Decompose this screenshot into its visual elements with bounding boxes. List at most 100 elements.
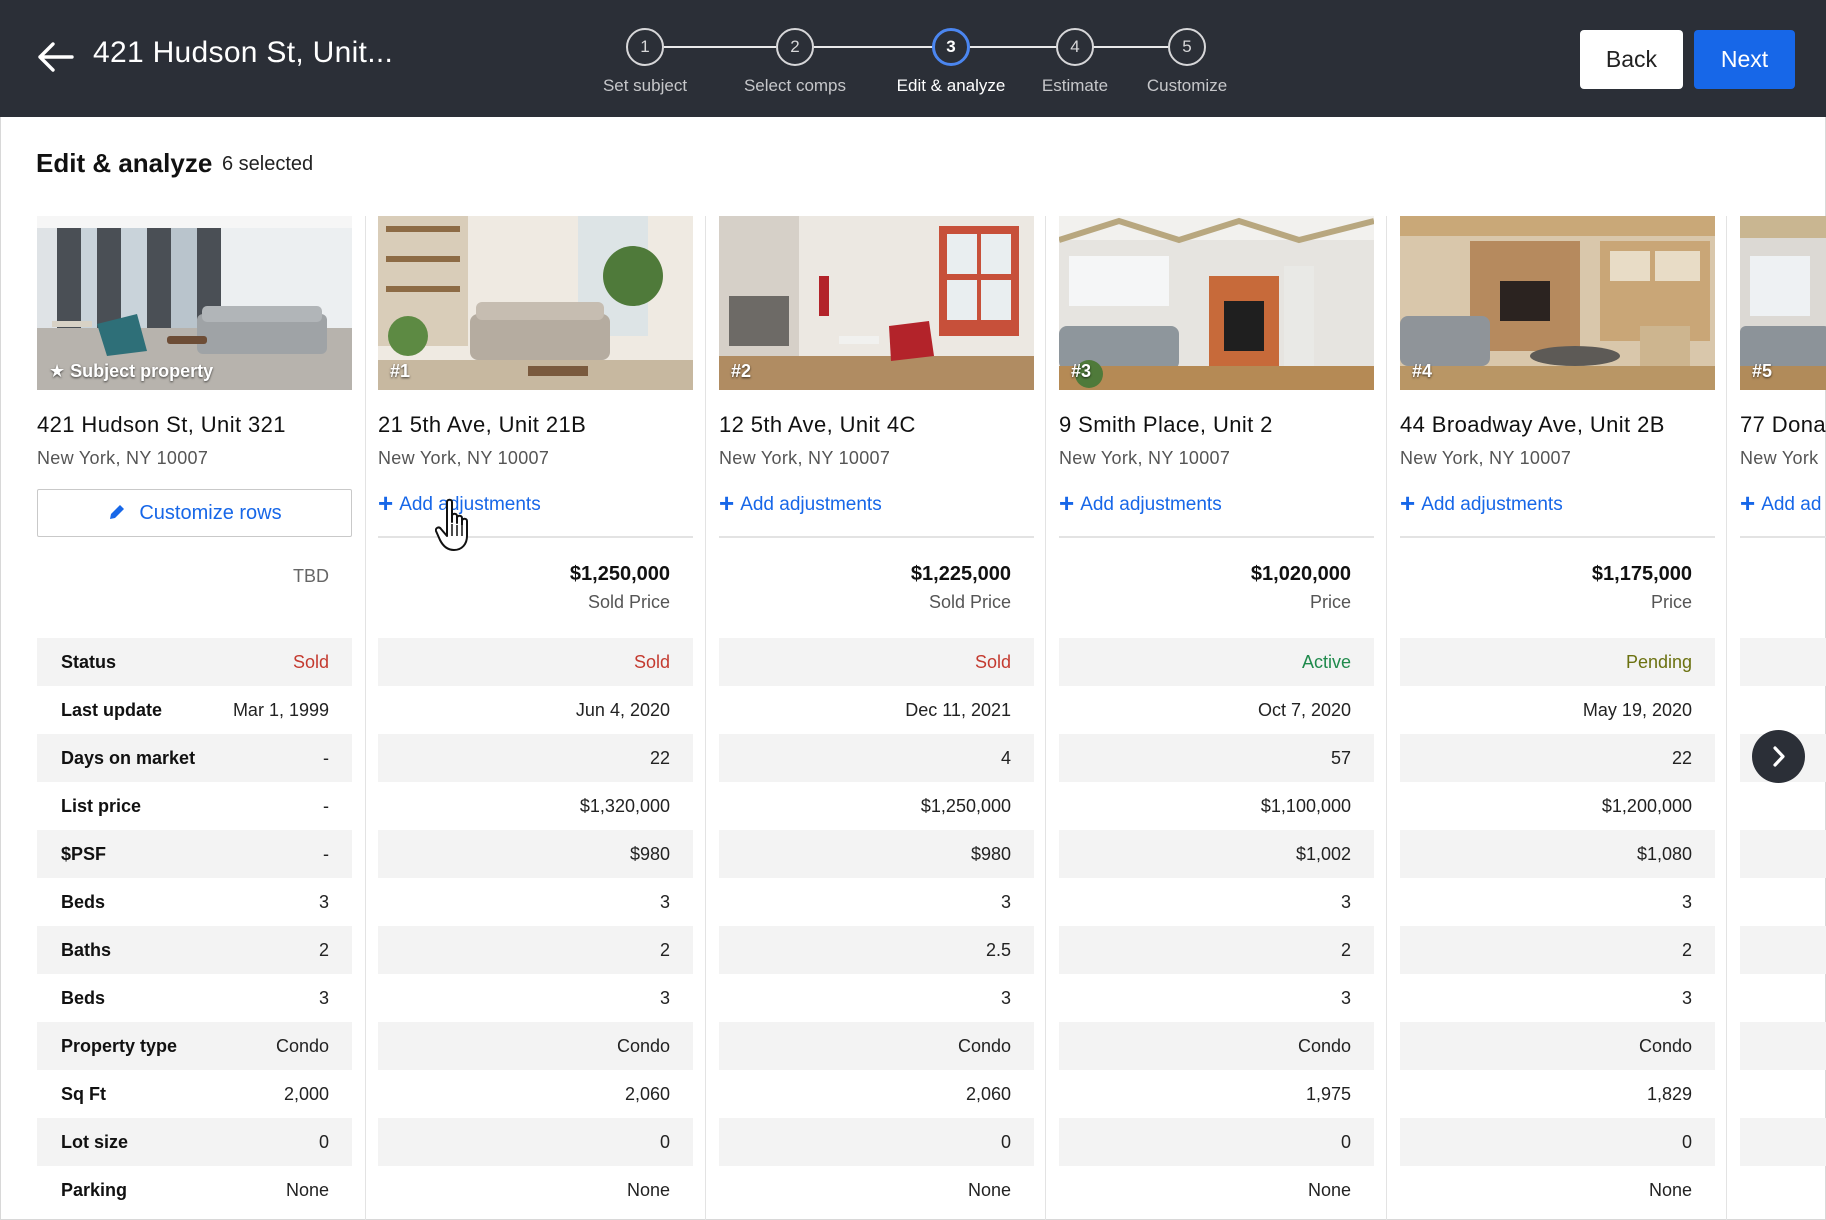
plus-icon: + — [1400, 488, 1416, 518]
plus-icon: + — [1059, 488, 1075, 518]
stepper: 1 Set subject 2 Select comps 3 Edit & an… — [0, 0, 1826, 117]
row-value: Oct 7, 2020 — [1257, 700, 1351, 720]
comp-photo[interactable]: #2 — [719, 216, 1034, 390]
row-beds — [1740, 878, 1826, 926]
row-value: Condo — [957, 1036, 1011, 1056]
add-adjustments-button[interactable]: + Add adjustments — [1059, 488, 1222, 519]
row-lot-size: 0 — [1400, 1118, 1715, 1166]
row-label: Sq Ft — [61, 1084, 106, 1104]
back-button[interactable]: Back — [1580, 30, 1683, 89]
star-icon: ★ — [49, 361, 66, 381]
comp-city: New York, NY 10007 — [1400, 448, 1572, 468]
status-value: Active — [1301, 652, 1351, 672]
row-parking: None — [1400, 1166, 1715, 1214]
row-value: 57 — [1330, 748, 1351, 768]
row-value: 3 — [1340, 988, 1351, 1008]
scroll-next-button[interactable] — [1752, 730, 1805, 783]
divider — [1740, 536, 1826, 538]
comp-price-label: Price — [1309, 592, 1351, 612]
row-value: None — [626, 1180, 670, 1200]
row-status: Pending — [1400, 638, 1715, 686]
comp-price-label: Price — [1650, 592, 1692, 612]
comp-rows — [1740, 638, 1826, 1214]
step-select-comps[interactable]: 2 Select comps — [705, 28, 885, 96]
comp-address: 44 Broadway Ave, Unit 2B — [1400, 412, 1665, 437]
row-list-price: $1,250,000 — [719, 782, 1034, 830]
row-value: May 19, 2020 — [1582, 700, 1692, 720]
plus-icon: + — [378, 488, 394, 518]
row-value: 0 — [318, 1132, 329, 1152]
comp-city: New York, NY 10007 — [1059, 448, 1231, 468]
row-last-update: Oct 7, 2020 — [1059, 686, 1374, 734]
add-adjustments-button[interactable]: + Add ad — [1740, 488, 1821, 519]
row-beds-2: 3 — [378, 974, 693, 1022]
row-psf: $1,080 — [1400, 830, 1715, 878]
chevron-right-icon — [1773, 746, 1785, 767]
comp-badge: #2 — [731, 361, 752, 381]
row-psf: $PSF - — [37, 830, 352, 878]
row-value: Sold — [292, 652, 329, 672]
row-status — [1740, 638, 1826, 686]
column-divider — [1386, 216, 1387, 1220]
row-value: 0 — [659, 1132, 670, 1152]
plus-icon: + — [719, 488, 735, 518]
row-value: $1,002 — [1295, 844, 1351, 864]
row-value: 2 — [1340, 940, 1351, 960]
row-value: 2.5 — [985, 940, 1011, 960]
row-value: Jun 4, 2020 — [575, 700, 670, 720]
row-sq-ft: 1,975 — [1059, 1070, 1374, 1118]
step-number: 5 — [1168, 28, 1206, 66]
pencil-icon — [110, 505, 125, 519]
row-property-type: Condo — [378, 1022, 693, 1070]
row-days-on-market: Days on market - — [37, 734, 352, 782]
subject-price: TBD — [293, 566, 329, 586]
row-value: 3 — [318, 988, 329, 1008]
row-status: Sold — [378, 638, 693, 686]
comp-photo[interactable]: #1 — [378, 216, 693, 390]
next-button[interactable]: Next — [1694, 30, 1795, 89]
comp-column-1: #1 21 5th Ave, Unit 21B New York, NY 100… — [378, 216, 693, 1220]
comp-price: $1,175,000 — [1591, 563, 1692, 585]
row-label: Property type — [61, 1036, 178, 1056]
comp-city: New York — [1740, 448, 1819, 468]
row-value: 3 — [1681, 892, 1692, 912]
comp-photo[interactable]: #3 — [1059, 216, 1374, 390]
customize-rows-button[interactable]: Customize rows — [37, 489, 352, 537]
comp-price: $1,250,000 — [569, 563, 670, 585]
subject-column: ★ Subject property 421 Hudson St, Unit 3… — [37, 216, 352, 1220]
comp-photo[interactable]: #4 — [1400, 216, 1715, 390]
comp-column-4: #4 44 Broadway Ave, Unit 2B New York, NY… — [1400, 216, 1715, 1220]
row-value: None — [967, 1180, 1011, 1200]
selected-count: 6 selected — [222, 153, 314, 175]
divider — [1059, 536, 1374, 538]
comp-photo[interactable]: #5 — [1740, 216, 1826, 390]
row-value: 22 — [1671, 748, 1692, 768]
row-beds: 3 — [1059, 878, 1374, 926]
step-customize[interactable]: 5 Customize — [1097, 28, 1277, 96]
row-value: 3 — [1681, 988, 1692, 1008]
row-value: 2,000 — [283, 1084, 329, 1104]
plus-icon: + — [1740, 488, 1756, 518]
add-adjustments-button[interactable]: + Add adjustments — [719, 488, 882, 519]
row-value: 3 — [659, 988, 670, 1008]
row-status: Status Sold — [37, 638, 352, 686]
row-parking: None — [719, 1166, 1034, 1214]
row-property-type: Property type Condo — [37, 1022, 352, 1070]
row-baths: 2 — [1059, 926, 1374, 974]
row-lot-size — [1740, 1118, 1826, 1166]
comp-badge: #1 — [390, 361, 411, 381]
add-adjustments-button[interactable]: + Add adjustments — [1400, 488, 1563, 519]
row-status: Active — [1059, 638, 1374, 686]
row-label: List price — [61, 796, 142, 816]
step-number: 3 — [932, 28, 970, 66]
comp-city: New York, NY 10007 — [378, 448, 550, 468]
row-value: Condo — [1638, 1036, 1692, 1056]
row-baths: Baths 2 — [37, 926, 352, 974]
comp-address: 77 Dona — [1740, 412, 1826, 437]
row-value: Condo — [1297, 1036, 1351, 1056]
row-label: Beds — [61, 988, 106, 1008]
subject-city: New York, NY 10007 — [37, 448, 209, 468]
column-divider — [1726, 216, 1727, 1220]
comp-price-label: Sold Price — [928, 592, 1011, 612]
row-value: 22 — [649, 748, 670, 768]
